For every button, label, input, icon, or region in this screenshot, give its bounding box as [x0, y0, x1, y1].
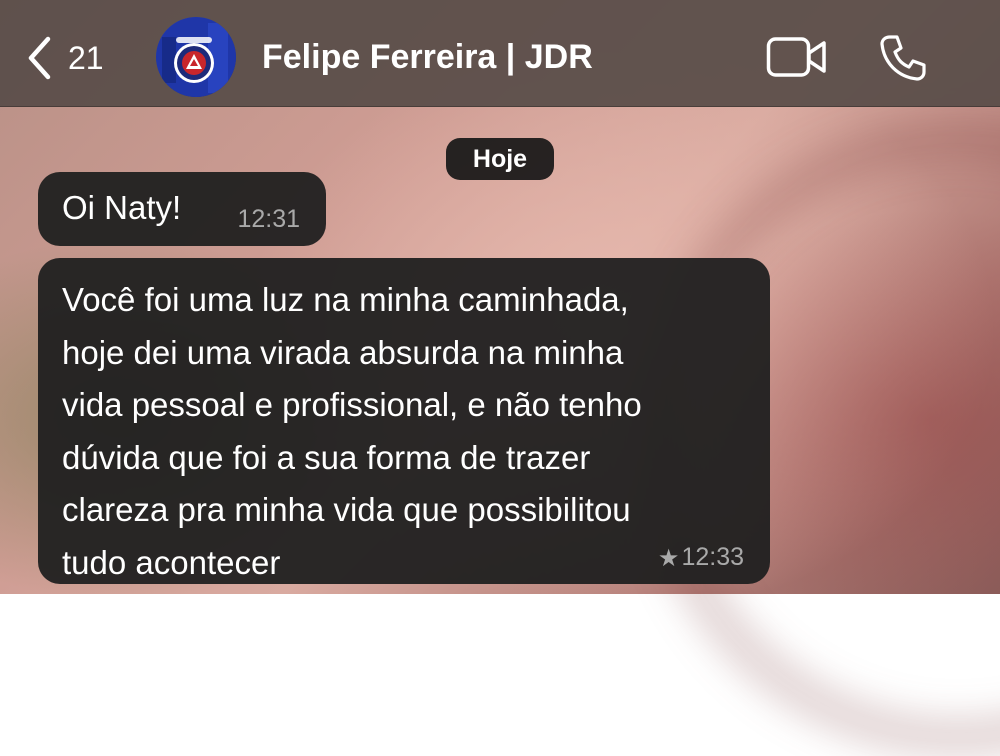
avatar[interactable]	[156, 17, 236, 97]
chevron-left-icon	[28, 36, 51, 80]
star-icon: ★	[657, 543, 680, 572]
voice-call-button[interactable]	[878, 33, 928, 88]
message-line: hoje dei uma virada absurda na minha	[62, 333, 624, 371]
contact-name[interactable]: Felipe Ferreira | JDR	[262, 38, 593, 77]
message-text: Você foi uma luz na minha caminhada, hoj…	[62, 274, 762, 589]
video-call-button[interactable]	[766, 36, 828, 83]
message-line: vida pessoal e profissional, e não tenho	[62, 386, 642, 423]
message-bubble[interactable]: Oi Naty! 12:31	[38, 172, 326, 246]
avatar-logo-icon	[156, 17, 236, 97]
message-timestamp: 12:33	[681, 543, 744, 571]
message-text: Oi Naty!	[62, 189, 182, 226]
phone-icon	[880, 35, 926, 81]
video-camera-icon	[766, 37, 826, 77]
message-line: dúvida que foi a sua forma de trazer	[62, 438, 591, 476]
unread-count: 21	[68, 39, 104, 76]
date-separator: Hoje	[446, 138, 554, 180]
message-line: Você foi uma luz na minha caminhada,	[62, 281, 629, 318]
chat-header: 21 Felipe Ferreira | JDR	[0, 0, 1000, 107]
message-timestamp: 12:31	[237, 205, 300, 233]
message-line: clareza pra minha vida que possibilitou	[62, 491, 631, 528]
message-bubble[interactable]: Você foi uma luz na minha caminhada, hoj…	[38, 258, 770, 584]
back-button[interactable]: 21	[26, 32, 104, 84]
message-meta: ★ 12:33	[658, 543, 744, 572]
